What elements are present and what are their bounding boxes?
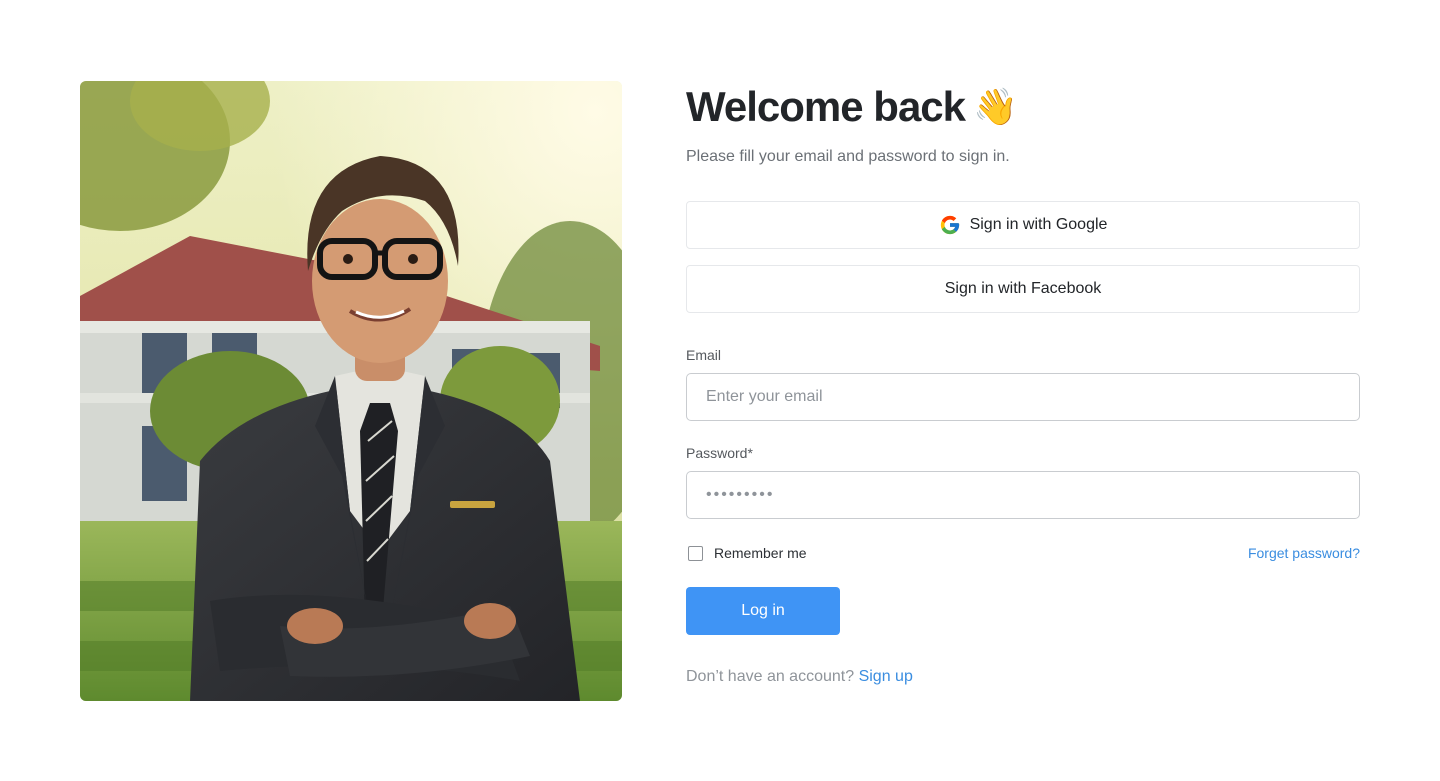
remember-me[interactable]: Remember me bbox=[686, 545, 807, 561]
remember-me-checkbox[interactable] bbox=[688, 545, 703, 561]
email-label: Email bbox=[686, 347, 722, 363]
google-signin-label: Sign in with Google bbox=[969, 216, 1108, 233]
page-subtitle: Please fill your email and password to s… bbox=[686, 148, 1010, 165]
facebook-signin-button[interactable]: Sign in with Facebook bbox=[686, 265, 1360, 313]
login-options-row: Remember me Forget password? bbox=[686, 544, 1360, 562]
signup-prompt: Don’t have an account? bbox=[686, 668, 855, 685]
forgot-password-link[interactable]: Forget password? bbox=[1248, 545, 1360, 561]
signup-row: Don’t have an account? Sign up bbox=[686, 668, 1360, 686]
hero-illustration bbox=[80, 81, 622, 701]
login-page: Welcome back 👋 Please fill your email an… bbox=[0, 0, 1440, 781]
password-label: Password* bbox=[686, 445, 753, 461]
login-form: Welcome back 👋 Please fill your email an… bbox=[686, 80, 1360, 686]
google-icon bbox=[940, 215, 959, 235]
remember-me-label: Remember me bbox=[714, 545, 807, 561]
password-input[interactable] bbox=[686, 471, 1360, 519]
email-input[interactable] bbox=[686, 373, 1360, 421]
login-button[interactable]: Log in bbox=[686, 587, 840, 635]
page-title: Welcome back bbox=[686, 83, 966, 130]
facebook-signin-label: Sign in with Facebook bbox=[944, 280, 1102, 297]
signup-link[interactable]: Sign up bbox=[859, 668, 913, 685]
waving-hand-icon: 👋 bbox=[973, 86, 1018, 127]
title-row: Welcome back 👋 bbox=[686, 82, 1360, 132]
google-signin-button[interactable]: Sign in with Google bbox=[686, 201, 1360, 249]
